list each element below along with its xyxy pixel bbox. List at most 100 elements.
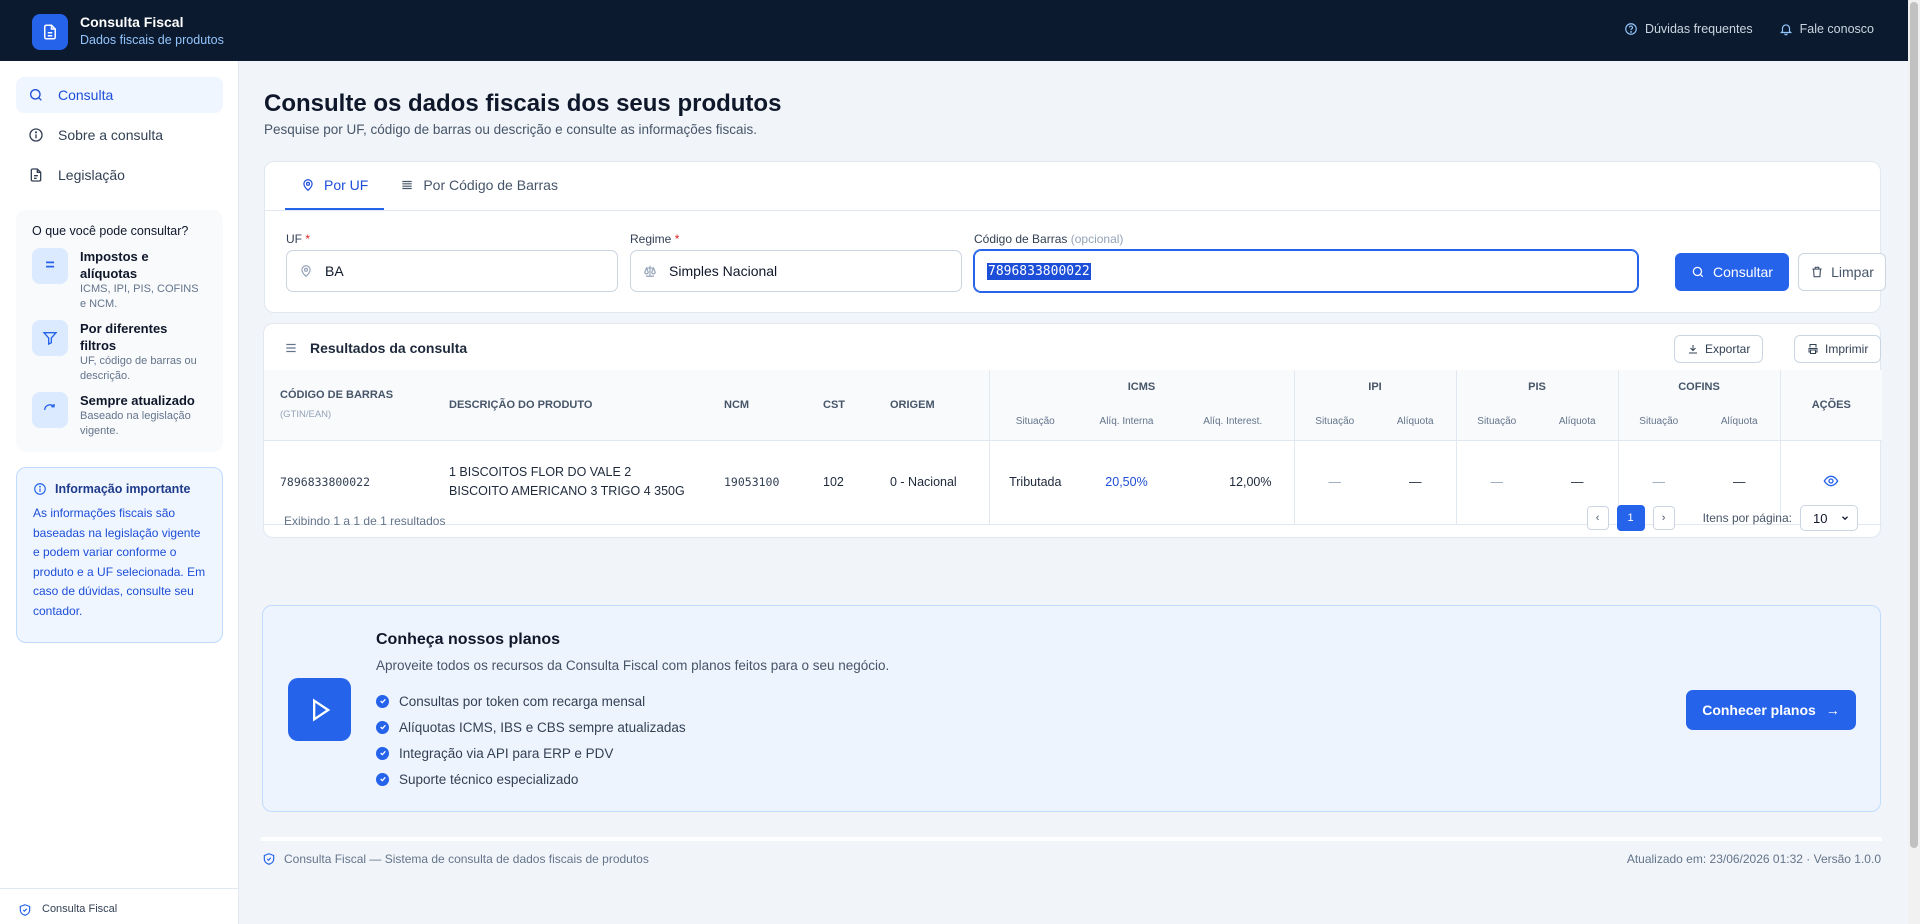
top-bar: Consulta Fiscal Dados fiscais de produto… <box>0 0 1908 61</box>
regime-value: Simples Nacional <box>669 263 778 279</box>
barcode-value: 7896833800022 <box>987 262 1091 280</box>
check-circle-icon <box>376 746 389 760</box>
results-card: Resultados da consulta Exportar Imprimir… <box>263 323 1882 538</box>
feature-taxes: = Impostos e alíquotas ICMS, IPI, PIS, C… <box>32 248 207 312</box>
uf-value: BA <box>325 263 344 279</box>
results-header: Resultados da consulta <box>284 340 467 356</box>
plans-card: Conheça nossos planos Aproveite todos os… <box>262 605 1881 812</box>
export-button[interactable]: Exportar <box>1674 335 1764 363</box>
cell-icms-interest: 12,00% <box>1172 439 1294 525</box>
barcode-label: Código de Barras (opcional) <box>974 232 1124 246</box>
cell-cst: 102 <box>818 439 883 525</box>
equals-icon: = <box>32 248 68 284</box>
search-card: Por UF Por Código de Barras UF * BA Regi… <box>264 161 1886 313</box>
col-icms-interest: Alíq. Interest. <box>1172 404 1294 440</box>
search-tabs: Por UF Por Código de Barras <box>285 162 574 210</box>
barcode-icon <box>402 180 413 190</box>
prev-page-button[interactable]: ‹ <box>1586 506 1609 530</box>
contact-link[interactable]: Fale conosco <box>1779 22 1874 36</box>
col-pis-situacao: Situação <box>1455 404 1537 440</box>
results-table: CÓDIGO DE BARRAS (GTIN/EAN) DESCRIÇÃO DO… <box>264 370 1882 525</box>
cell-icms-situacao: Tributada <box>988 439 1081 525</box>
scrollbar-thumb[interactable] <box>1910 2 1918 848</box>
per-page-label: Itens por página: <box>1702 511 1792 525</box>
per-page-select[interactable]: 10 <box>1800 505 1858 531</box>
page-footer: Consulta Fiscal — Sistema de consulta de… <box>262 852 1881 866</box>
list-item: Suporte técnico especializado <box>376 766 686 792</box>
pagination-info: Exibindo 1 a 1 de 1 resultados <box>284 514 446 528</box>
consultar-button[interactable]: Consultar <box>1675 253 1789 291</box>
conhecer-planos-button[interactable]: Conhecer planos → <box>1686 690 1856 730</box>
feature-desc: UF, código de barras ou descrição. <box>80 355 197 382</box>
map-pin-icon <box>303 179 313 192</box>
sidebar-item-legislacao[interactable]: Legislação <box>16 157 223 193</box>
plans-subtitle: Aproveite todos os recursos da Consulta … <box>376 658 890 673</box>
next-page-button[interactable]: › <box>1652 506 1675 530</box>
scale-icon <box>644 265 656 277</box>
chevron-down-icon <box>1842 516 1848 521</box>
sidebar-item-consulta[interactable]: Consulta <box>16 77 223 113</box>
list-item: Alíquotas ICMS, IBS e CBS sempre atualiz… <box>376 714 686 740</box>
col-pis-aliquota: Alíquota <box>1537 404 1618 440</box>
col-icms: ICMS <box>988 370 1294 404</box>
tab-por-codigo[interactable]: Por Código de Barras <box>384 162 574 210</box>
col-acoes: AÇÕES <box>1779 370 1882 440</box>
cell-ncm: 19053100 <box>712 439 818 525</box>
bell-icon <box>1779 24 1792 36</box>
faq-link[interactable]: Dúvidas frequentes <box>1624 22 1753 36</box>
footer-version: Atualizado em: 23/06/2026 01:32 · Versão… <box>1626 852 1881 866</box>
col-cofins-situacao: Situação <box>1617 404 1699 440</box>
search-icon <box>30 89 42 101</box>
col-desc: DESCRIÇÃO DO PRODUTO <box>437 370 712 440</box>
contact-link-label: Fale conosco <box>1799 22 1874 36</box>
important-text: As informações fiscais são baseadas na l… <box>33 506 206 618</box>
barcode-input[interactable]: 7896833800022 <box>974 250 1638 292</box>
print-label: Imprimir <box>1825 342 1869 356</box>
uf-select[interactable]: BA <box>286 250 618 292</box>
check-circle-icon <box>376 720 389 734</box>
shield-check-icon <box>19 904 31 916</box>
feature-title: Por diferentes filtros <box>80 321 168 353</box>
tab-por-uf[interactable]: Por UF <box>285 162 385 210</box>
play-icon[interactable] <box>288 678 351 741</box>
cta-label: Conhecer planos <box>1702 702 1816 718</box>
list-item: Integração via API para ERP e PDV <box>376 740 686 766</box>
sidebar-item-sobre[interactable]: Sobre a consulta <box>16 117 223 153</box>
page-1-button[interactable]: 1 <box>1616 505 1645 531</box>
sidebar-footer: Consulta Fiscal <box>0 888 239 924</box>
info-icon <box>29 128 43 142</box>
export-label: Exportar <box>1705 342 1751 356</box>
brand: Consulta Fiscal Dados fiscais de produto… <box>80 14 224 49</box>
printer-icon <box>1808 344 1818 354</box>
trash-icon <box>1812 266 1822 278</box>
tab-label: Por Código de Barras <box>423 177 558 193</box>
scrollbar[interactable] <box>1908 0 1920 924</box>
col-origem: ORIGEM <box>883 370 989 440</box>
check-circle-icon <box>376 694 389 708</box>
check-circle-icon <box>376 772 389 786</box>
download-icon <box>1689 345 1697 354</box>
app-logo[interactable] <box>32 14 68 50</box>
col-ncm: NCM <box>712 370 818 440</box>
regime-select[interactable]: Simples Nacional <box>630 250 962 292</box>
print-button[interactable]: Imprimir <box>1794 335 1882 363</box>
results-title: Resultados da consulta <box>310 340 468 356</box>
feature-title: Sempre atualizado <box>80 393 195 408</box>
page-subtitle: Pesquise por UF, código de barras ou des… <box>264 122 758 137</box>
list-item: Consultas por token com recarga mensal <box>376 688 686 714</box>
limpar-label: Limpar <box>1831 264 1874 280</box>
eye-icon[interactable] <box>1823 473 1839 489</box>
feature-filters: Por diferentes filtros UF, código de bar… <box>32 320 207 384</box>
divider <box>261 837 1882 841</box>
arrow-right-icon: → <box>1825 702 1840 718</box>
cell-desc: 1 BISCOITOS FLOR DO VALE 2 BISCOITO AMER… <box>437 439 712 525</box>
plans-features-list: Consultas por token com recarga mensal A… <box>376 688 686 792</box>
cell-pis-situacao: — <box>1455 439 1537 525</box>
sidebar-item-label: Sobre a consulta <box>58 127 164 143</box>
main-content: Consulte os dados fiscais dos seus produ… <box>239 61 1908 924</box>
limpar-button[interactable]: Limpar <box>1798 253 1886 291</box>
uf-label: UF * <box>286 232 311 246</box>
shield-check-icon <box>263 853 275 865</box>
faq-link-label: Dúvidas frequentes <box>1644 22 1753 36</box>
col-ipi-aliquota: Alíquota <box>1375 404 1456 440</box>
